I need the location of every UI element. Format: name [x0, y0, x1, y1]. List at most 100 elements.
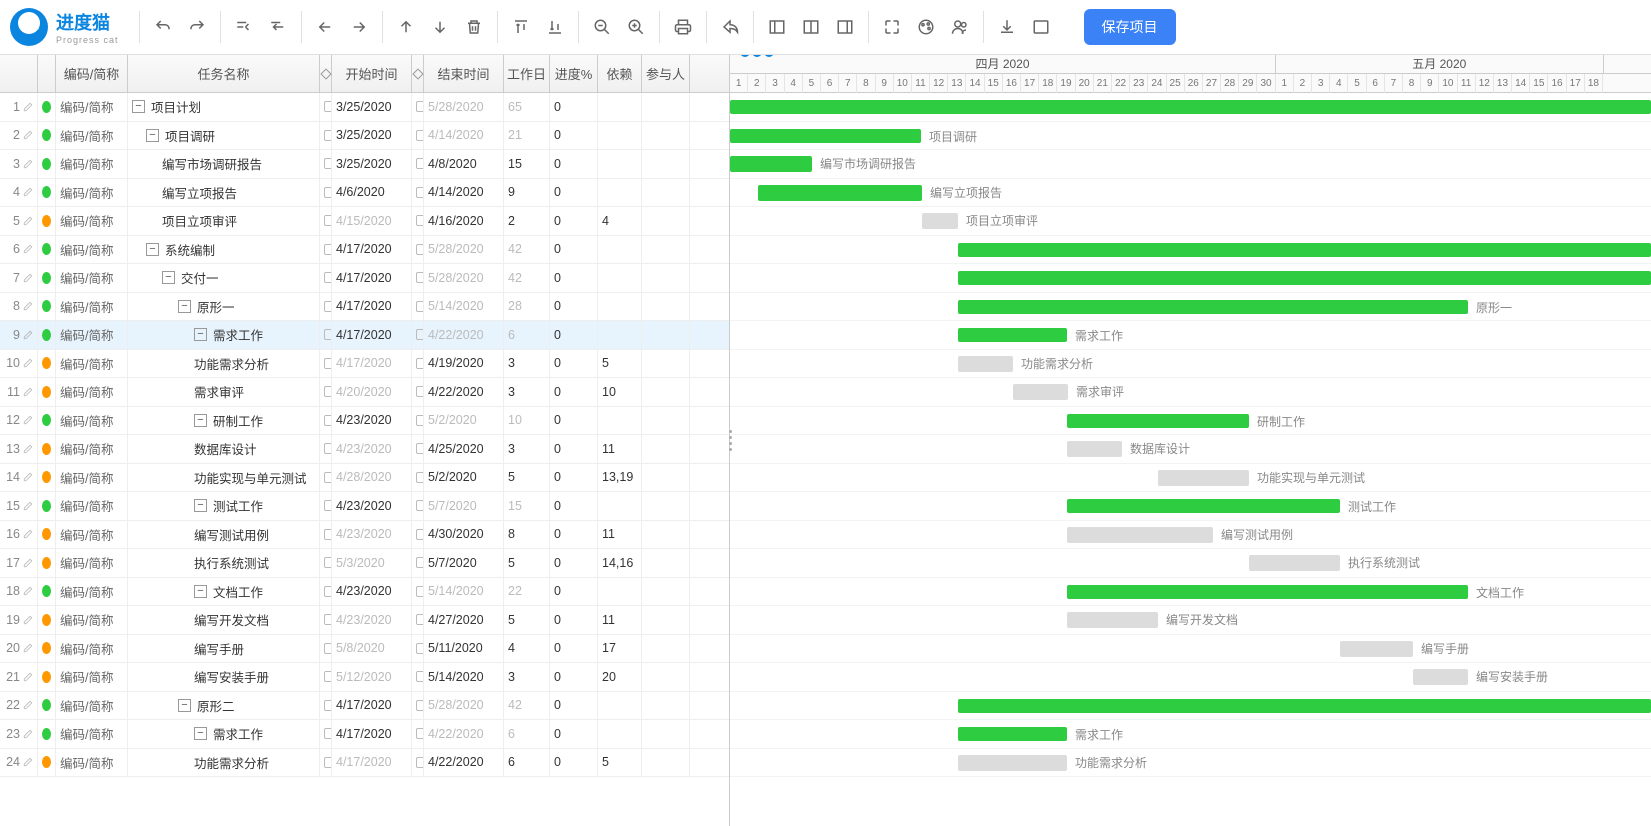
depend-cell[interactable]: 11 [598, 435, 642, 463]
gantt-bar[interactable] [958, 271, 1651, 285]
checkbox[interactable] [416, 386, 424, 397]
workday-cell[interactable]: 8 [504, 521, 550, 549]
depend-cell[interactable] [598, 93, 642, 121]
start-date-cell[interactable]: 4/23/2020 [332, 407, 412, 435]
start-date-cell[interactable]: 5/12/2020 [332, 663, 412, 691]
start-date-cell[interactable]: 3/25/2020 [332, 93, 412, 121]
checkbox[interactable] [324, 728, 332, 739]
progress-cell[interactable]: 0 [550, 93, 598, 121]
depend-cell[interactable]: 10 [598, 378, 642, 406]
end-date-cell[interactable]: 5/28/2020 [424, 236, 504, 264]
depend-cell[interactable] [598, 321, 642, 349]
task-name-cell[interactable]: 项目立项审评 [128, 207, 320, 235]
progress-cell[interactable]: 0 [550, 464, 598, 492]
fullscreen-icon[interactable] [881, 16, 903, 38]
checkbox[interactable] [324, 443, 332, 454]
code-cell[interactable]: 编码/简称 [56, 435, 128, 463]
workday-cell[interactable]: 10 [504, 407, 550, 435]
member-cell[interactable] [642, 407, 690, 435]
checkbox[interactable] [416, 757, 424, 768]
expand-toggle[interactable]: − [146, 243, 159, 256]
checkbox[interactable] [324, 301, 332, 312]
checkbox[interactable] [416, 244, 424, 255]
checkbox[interactable] [324, 614, 332, 625]
task-name-cell[interactable]: −原形一 [128, 293, 320, 321]
code-cell[interactable]: 编码/简称 [56, 264, 128, 292]
code-cell[interactable]: 编码/简称 [56, 464, 128, 492]
checkbox[interactable] [416, 215, 424, 226]
expand-toggle[interactable]: − [194, 585, 207, 598]
checkbox[interactable] [416, 101, 424, 112]
progress-cell[interactable]: 0 [550, 521, 598, 549]
task-row[interactable]: 22 编码/简称 −原形二 4/17/2020 5/28/2020 42 0 [0, 692, 729, 721]
progress-cell[interactable]: 0 [550, 720, 598, 748]
col-workday[interactable]: 工作日 [504, 55, 550, 92]
arrow-up-icon[interactable] [395, 16, 417, 38]
progress-cell[interactable]: 0 [550, 122, 598, 150]
start-date-cell[interactable]: 4/15/2020 [332, 207, 412, 235]
timeline-slider[interactable] [740, 55, 774, 57]
task-row[interactable]: 14 编码/简称 功能实现与单元测试 4/28/2020 5/2/2020 5 … [0, 464, 729, 493]
task-name-cell[interactable]: −文档工作 [128, 578, 320, 606]
checkbox[interactable] [416, 187, 424, 198]
end-date-cell[interactable]: 5/14/2020 [424, 663, 504, 691]
workday-cell[interactable]: 3 [504, 663, 550, 691]
gantt-bar[interactable]: 功能需求分析 [958, 755, 1067, 771]
task-name-cell[interactable]: 需求审评 [128, 378, 320, 406]
task-row[interactable]: 15 编码/简称 −测试工作 4/23/2020 5/7/2020 15 0 [0, 492, 729, 521]
delete-icon[interactable] [463, 16, 485, 38]
arrow-left-icon[interactable] [314, 16, 336, 38]
logo[interactable]: 进度猫 Progress cat [10, 8, 119, 46]
gantt-bar[interactable]: 需求审评 [1013, 384, 1068, 400]
checkbox[interactable] [324, 557, 332, 568]
task-row[interactable]: 2 编码/简称 −项目调研 3/25/2020 4/14/2020 21 0 [0, 122, 729, 151]
checkbox[interactable] [416, 158, 424, 169]
progress-cell[interactable]: 0 [550, 207, 598, 235]
gantt-bar[interactable]: 研制工作 [1067, 414, 1249, 428]
workday-cell[interactable]: 22 [504, 578, 550, 606]
gantt-bar[interactable] [958, 243, 1651, 257]
checkbox[interactable] [324, 358, 332, 369]
workday-cell[interactable]: 6 [504, 321, 550, 349]
task-row[interactable]: 7 编码/简称 −交付一 4/17/2020 5/28/2020 42 0 [0, 264, 729, 293]
checkbox[interactable] [324, 386, 332, 397]
depend-cell[interactable] [598, 179, 642, 207]
code-cell[interactable]: 编码/简称 [56, 606, 128, 634]
member-cell[interactable] [642, 207, 690, 235]
start-date-cell[interactable]: 4/23/2020 [332, 578, 412, 606]
end-date-cell[interactable]: 5/14/2020 [424, 293, 504, 321]
checkbox[interactable] [324, 643, 332, 654]
start-date-cell[interactable]: 4/23/2020 [332, 606, 412, 634]
task-row[interactable]: 13 编码/简称 数据库设计 4/23/2020 4/25/2020 3 0 1… [0, 435, 729, 464]
task-name-cell[interactable]: 功能需求分析 [128, 350, 320, 378]
gantt-bar[interactable] [958, 699, 1651, 713]
member-cell[interactable] [642, 435, 690, 463]
workday-cell[interactable]: 5 [504, 549, 550, 577]
checkbox[interactable] [324, 586, 332, 597]
workday-cell[interactable]: 4 [504, 635, 550, 663]
checkbox[interactable] [324, 472, 332, 483]
code-cell[interactable]: 编码/简称 [56, 663, 128, 691]
code-cell[interactable]: 编码/简称 [56, 293, 128, 321]
progress-cell[interactable]: 0 [550, 749, 598, 777]
task-name-cell[interactable]: 功能实现与单元测试 [128, 464, 320, 492]
depend-cell[interactable]: 13,19 [598, 464, 642, 492]
checkbox[interactable] [416, 443, 424, 454]
end-date-cell[interactable]: 5/2/2020 [424, 464, 504, 492]
checkbox[interactable] [416, 301, 424, 312]
checkbox[interactable] [416, 358, 424, 369]
workday-cell[interactable]: 15 [504, 150, 550, 178]
code-cell[interactable]: 编码/简称 [56, 635, 128, 663]
end-date-cell[interactable]: 4/19/2020 [424, 350, 504, 378]
task-name-cell[interactable]: 执行系统测试 [128, 549, 320, 577]
end-date-cell[interactable]: 4/27/2020 [424, 606, 504, 634]
workday-cell[interactable]: 3 [504, 435, 550, 463]
checkbox[interactable] [324, 500, 332, 511]
member-cell[interactable] [642, 663, 690, 691]
task-row[interactable]: 1 编码/简称 −项目计划 3/25/2020 5/28/2020 65 0 [0, 93, 729, 122]
task-row[interactable]: 21 编码/简称 编写安装手册 5/12/2020 5/14/2020 3 0 … [0, 663, 729, 692]
task-row[interactable]: 9 编码/简称 −需求工作 4/17/2020 4/22/2020 6 0 [0, 321, 729, 350]
workday-cell[interactable]: 65 [504, 93, 550, 121]
gantt-bar[interactable]: 编写手册 [1340, 641, 1413, 657]
progress-cell[interactable]: 0 [550, 321, 598, 349]
